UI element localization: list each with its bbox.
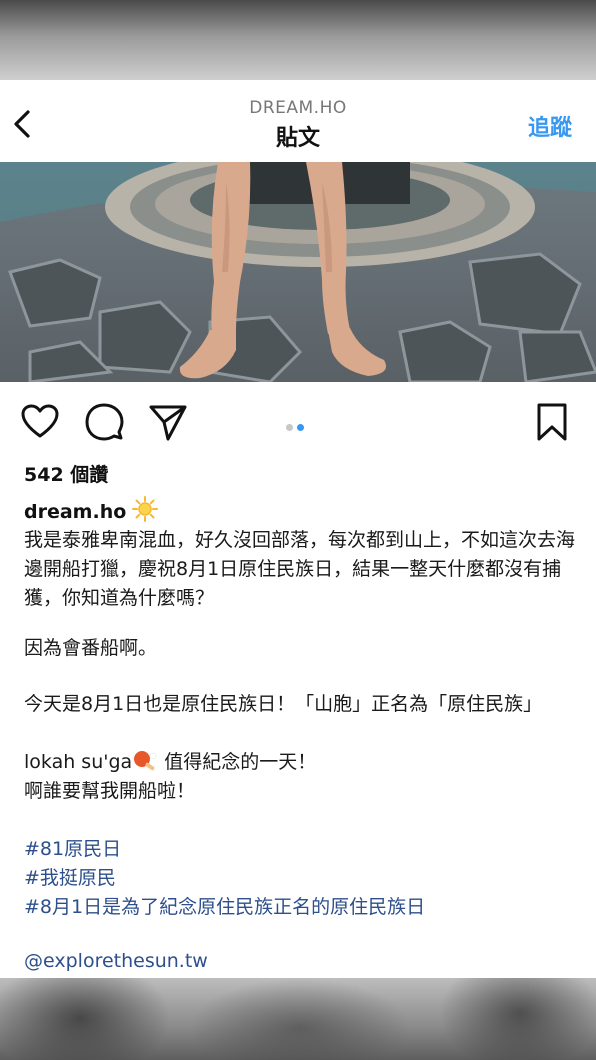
share-button[interactable] — [148, 402, 188, 442]
carousel-dot-active — [297, 424, 304, 431]
action-bar — [0, 398, 596, 444]
save-button[interactable] — [532, 402, 572, 442]
sun-emoji-icon — [132, 496, 159, 527]
caption-line-4-part-b: 值得紀念的一天！ — [158, 751, 317, 773]
hashtag-link[interactable]: #81原民日 — [24, 834, 121, 861]
instagram-post: DREAM.HO 貼文 追蹤 542 個讚 dream.ho 我是泰雅卑南混血，… — [0, 80, 596, 978]
caption-username[interactable]: dream.ho — [24, 496, 159, 527]
carousel-indicator — [284, 416, 306, 431]
paper-plane-icon — [149, 405, 187, 441]
caption-paragraph-1: 我是泰雅卑南混血，好久沒回部落，每次都到山上，不如這次去海邊開船打獵，慶祝8月1… — [24, 529, 576, 609]
caption-paragraph-2: 因為會番船啊。 — [24, 637, 158, 659]
like-button[interactable] — [20, 402, 60, 442]
post-header: DREAM.HO 貼文 追蹤 — [0, 80, 596, 162]
heart-icon — [21, 404, 59, 438]
post-image — [0, 147, 596, 384]
comment-button[interactable] — [84, 402, 124, 442]
caption-line-4-part-a: lokah su'ga — [24, 751, 133, 773]
hashtag-link[interactable]: #我挺原民 — [24, 863, 116, 890]
post-photo[interactable] — [0, 147, 596, 384]
blurred-background-bottom — [0, 978, 596, 1060]
follow-button[interactable]: 追蹤 — [528, 110, 572, 142]
carousel-dot — [286, 424, 293, 431]
like-count[interactable]: 542 個讚 — [24, 460, 108, 487]
hashtag-link[interactable]: #8月1日是為了紀念原住民族正名的原住民族日 — [24, 892, 425, 919]
caption-username-text: dream.ho — [24, 501, 127, 523]
header-username: DREAM.HO — [249, 98, 347, 118]
mention-link[interactable]: @explorethesun.tw — [24, 950, 208, 972]
bookmark-icon — [537, 403, 567, 441]
comment-bubble-icon — [85, 403, 124, 441]
caption-paragraph-3: 今天是8月1日也是原住民族日！「山胞」正名為「原住民族」 — [24, 693, 543, 715]
blurred-background-top — [0, 0, 596, 80]
caption-line-5: 啊誰要幫我開船啦！ — [24, 780, 196, 802]
page-title: 貼文 — [275, 126, 320, 151]
